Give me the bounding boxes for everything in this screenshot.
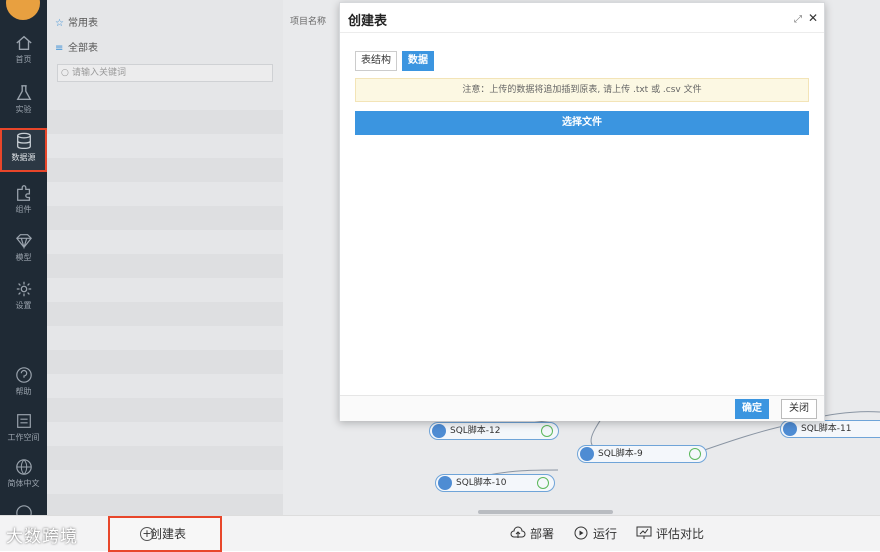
list-stripe [47,446,283,470]
nav-label: 首页 [15,55,32,64]
table-list-panel: ☆ 常用表 ≡ 全部表 ○ 请输入关键词 [47,0,283,518]
maximize-icon[interactable]: ⤢ [794,14,802,25]
nav-item-experiment[interactable]: 实验 [0,80,47,124]
main-nav: 首页 实验 数据源 组件 模型 设置 帮助 工作空间 简体中文 [0,0,47,551]
cloud-upload-icon [510,526,526,538]
search-placeholder: 请输入关键词 [72,68,127,78]
brand-watermark: 大数跨境 [6,527,78,547]
nav-label: 数据源 [11,153,36,162]
nav-item-help[interactable]: 帮助 [0,362,47,406]
play-circle-icon [574,526,588,540]
all-tables-item[interactable]: ≡ 全部表 [55,39,98,59]
nav-item-component[interactable]: 组件 [0,180,47,224]
upload-notice: 注意：上传的数据将追加插到原表, 请上传 .txt 或 .csv 文件 [355,78,809,102]
puzzle-icon [16,185,30,201]
list-stripe [47,110,283,134]
list-icon: ≡ [55,43,64,54]
nav-item-settings[interactable]: 设置 [0,276,47,320]
compare-icon [636,526,652,539]
nav-item-model[interactable]: 模型 [0,228,47,272]
nav-item-home[interactable]: 首页 [0,30,47,74]
nav-item-workspace[interactable]: 工作空间 [0,408,47,452]
nav-label: 帮助 [15,387,32,396]
compare-label: 评估对比 [656,527,705,541]
nav-label: 模型 [15,253,32,262]
sql-icon [432,424,446,438]
nav-label: 设置 [15,301,32,310]
dialog-header [340,3,824,33]
nav-label: 组件 [15,205,32,214]
sql-icon [580,447,594,461]
dialog-tools: ⤢ ✕ [794,11,818,25]
check-icon [537,477,549,489]
app-logo [6,0,40,20]
check-icon [689,448,701,460]
diamond-icon [15,234,32,250]
create-table-dialog: 创建表 ⤢ ✕ 表结构 数据 注意：上传的数据将追加插到原表, 请上传 .txt … [339,2,825,421]
list-stripe [47,254,283,278]
list-stripe [47,158,283,182]
bottom-toolbar: 大数跨境 + 创建表 部署 运行 评估对比 [0,515,880,552]
run-label: 运行 [593,527,618,541]
node-label: SQL脚本-10 [456,478,507,488]
star-icon: ☆ [55,18,64,29]
tab-data[interactable]: 数据 [402,51,434,71]
node-sql-11[interactable]: SQL脚本-11 [780,420,880,438]
table-search-input[interactable]: ○ 请输入关键词 [57,64,273,82]
node-sql-10[interactable]: SQL脚本-10 [435,474,555,492]
close-icon[interactable]: ✕ [808,11,818,25]
list-stripe [47,302,283,326]
run-button[interactable]: 运行 [573,525,617,542]
nav-item-datasource[interactable]: 数据源 [0,128,47,172]
plus-circle-icon: + [140,527,154,541]
globe-icon [15,459,32,475]
nav-label: 简体中文 [7,479,40,488]
workspace-icon [16,414,31,428]
sql-icon [438,476,452,490]
nav-item-language[interactable]: 简体中文 [0,454,47,498]
gear-icon [16,281,31,297]
tab-table-structure[interactable]: 表结构 [355,51,397,71]
choose-file-button[interactable]: 选择文件 [355,111,809,135]
nav-label: 工作空间 [7,433,40,442]
sql-icon [783,422,797,436]
list-stripe [47,206,283,230]
check-icon [541,425,553,437]
create-table-button[interactable]: + 创建表 [108,516,222,552]
database-icon [16,132,31,150]
home-icon [15,35,32,50]
flask-icon [16,85,31,100]
deploy-label: 部署 [530,527,555,541]
dialog-title: 创建表 [348,14,388,29]
common-tables-item[interactable]: ☆ 常用表 [55,14,98,34]
node-sql-9[interactable]: SQL脚本-9 [577,445,707,463]
search-icon: ○ [61,68,69,78]
node-sql-12[interactable]: SQL脚本-12 [429,422,559,440]
compare-button[interactable]: 评估对比 [636,525,704,542]
node-label: SQL脚本-9 [598,449,643,459]
node-label: SQL脚本-12 [450,426,501,436]
help-icon [15,367,32,383]
deploy-button[interactable]: 部署 [510,525,554,542]
close-button[interactable]: 关闭 [781,399,817,419]
list-stripe [47,398,283,422]
nav-label: 实验 [15,105,32,114]
canvas-scrollbar[interactable] [478,510,613,514]
dialog-footer: 确定 关闭 [340,395,824,421]
common-tables-label: 常用表 [68,18,98,29]
list-stripe [47,350,283,374]
all-tables-label: 全部表 [68,43,98,54]
node-label: SQL脚本-11 [801,424,852,434]
confirm-button[interactable]: 确定 [735,399,769,419]
